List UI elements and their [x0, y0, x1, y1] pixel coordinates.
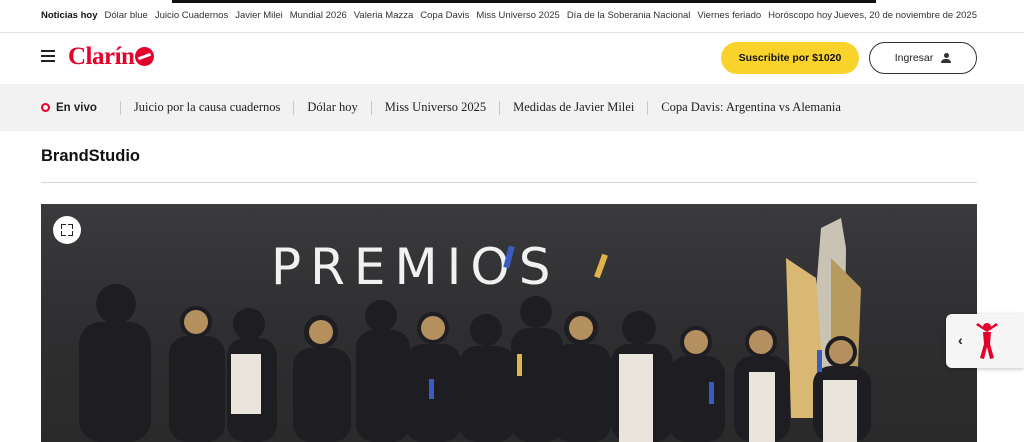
clarin-logo[interactable]: Clarín: [68, 43, 155, 71]
logo-mark-icon: [135, 47, 155, 66]
live-topics-bar: En vivo Juicio por la causa cuadernos Dó…: [0, 84, 1024, 131]
live-topics-list: En vivo Juicio por la causa cuadernos Dó…: [41, 100, 841, 115]
side-widget-tab[interactable]: ‹: [946, 314, 1024, 368]
login-label: Ingresar: [894, 52, 934, 64]
divider: [293, 100, 295, 115]
trending-item-5[interactable]: Valeria Mazza: [354, 10, 414, 21]
live-topic-1[interactable]: Dólar hoy: [307, 100, 357, 115]
login-button[interactable]: Ingresar: [869, 42, 977, 74]
trending-item-6[interactable]: Copa Davis: [420, 10, 469, 21]
subscribe-button[interactable]: Suscribite por $1020: [721, 42, 859, 74]
current-date: Jueves, 20 de noviembre de 2025: [833, 10, 977, 21]
logo-text: Clarín: [68, 43, 135, 70]
trending-item-7[interactable]: Miss Universo 2025: [476, 10, 559, 21]
divider: [119, 100, 121, 115]
live-topic-2[interactable]: Miss Universo 2025: [385, 100, 486, 115]
live-topic-0[interactable]: Juicio por la causa cuadernos: [134, 100, 280, 115]
site-header: Clarín Suscribite por $1020 Ingresar: [0, 33, 1024, 83]
hamburger-menu-icon[interactable]: [41, 50, 55, 62]
expand-icon[interactable]: [53, 216, 81, 244]
live-label[interactable]: En vivo: [56, 102, 97, 114]
section-divider: [41, 182, 977, 183]
trending-item-9[interactable]: Viernes feriado: [697, 10, 761, 21]
divider: [370, 100, 372, 115]
hero-photo[interactable]: PREMIOS: [41, 204, 977, 442]
trending-item-4[interactable]: Mundial 2026: [290, 10, 347, 21]
live-topic-4[interactable]: Copa Davis: Argentina vs Alemania: [661, 100, 841, 115]
live-dot-icon: [41, 103, 50, 112]
figure-icon: [976, 323, 998, 359]
trending-item-10[interactable]: Horóscopo hoy: [768, 10, 832, 21]
trending-item-8[interactable]: Día de la Soberania Nacional: [567, 10, 691, 21]
divider: [499, 100, 501, 115]
trending-item-0[interactable]: Noticias hoy: [41, 10, 98, 21]
trending-item-1[interactable]: Dólar blue: [105, 10, 148, 21]
section-title[interactable]: BrandStudio: [41, 147, 140, 166]
award-winners-group: [79, 245, 871, 442]
trending-bar: Noticias hoy Dólar blue Juicio Cuadernos…: [0, 0, 1024, 33]
divider: [647, 100, 649, 115]
trending-item-2[interactable]: Juicio Cuadernos: [155, 10, 228, 21]
trending-item-3[interactable]: Javier Milei: [235, 10, 283, 21]
trending-list: Noticias hoy Dólar blue Juicio Cuadernos…: [41, 10, 832, 21]
user-icon: [941, 53, 952, 63]
live-topic-3[interactable]: Medidas de Javier Milei: [513, 100, 634, 115]
chevron-left-icon: ‹: [958, 332, 963, 348]
